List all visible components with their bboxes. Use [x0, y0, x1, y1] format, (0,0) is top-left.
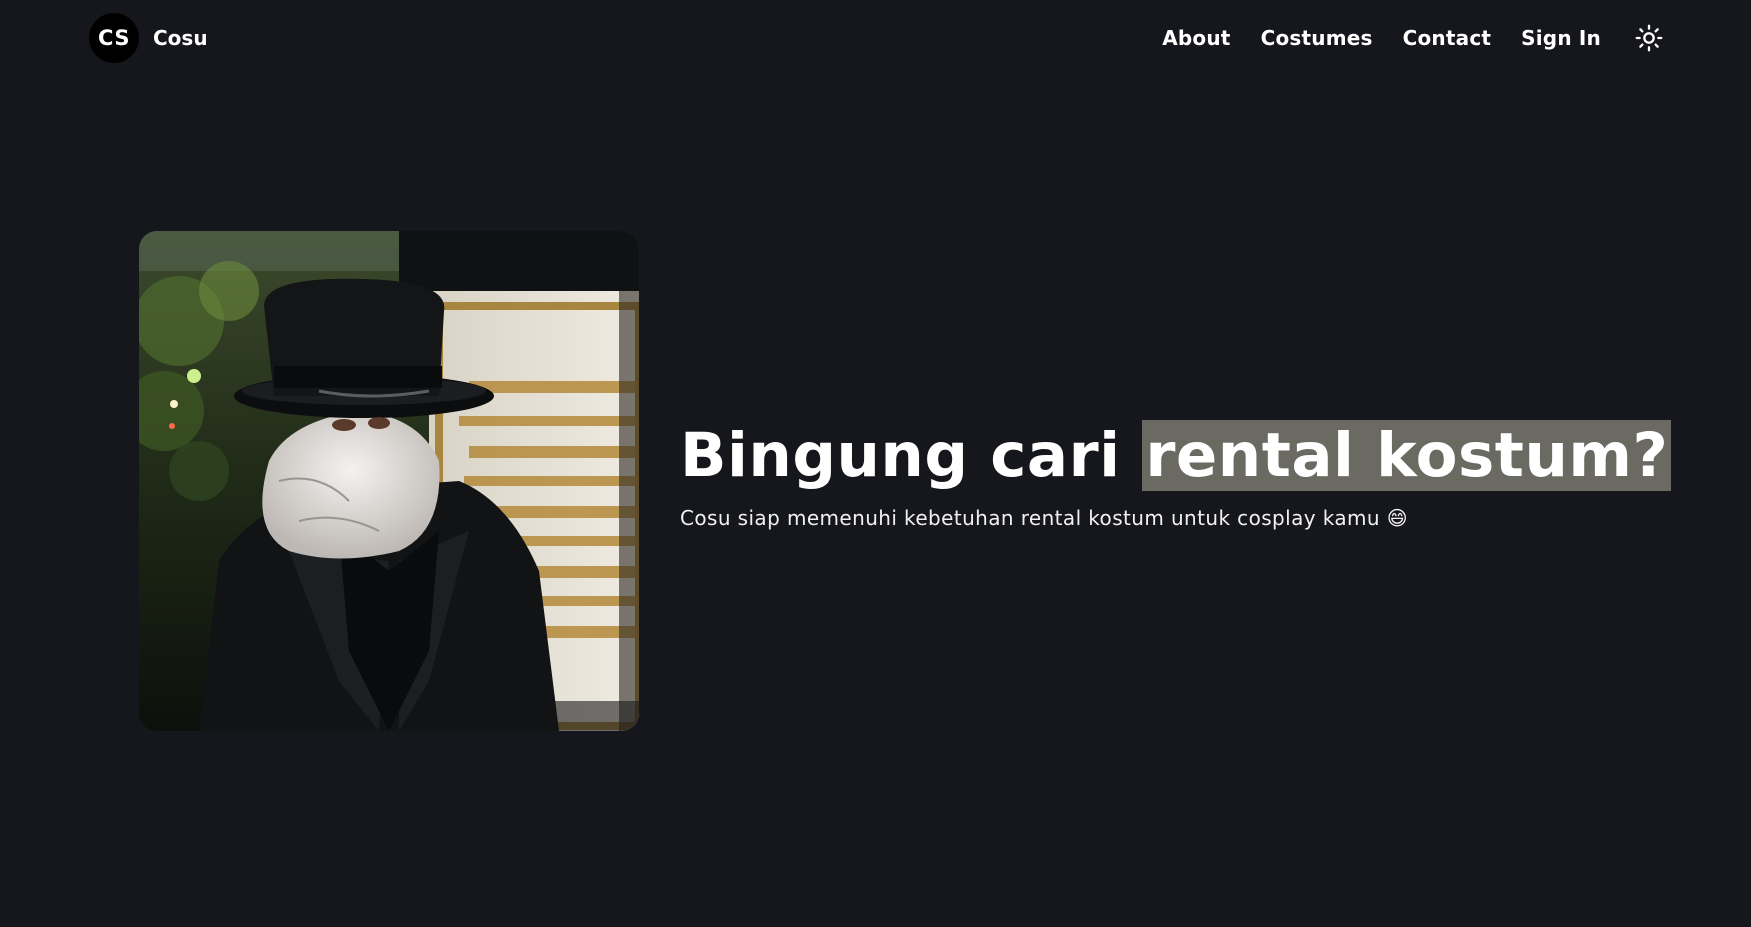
logo: CS: [89, 13, 139, 63]
nav-costumes-link[interactable]: Costumes: [1261, 26, 1373, 50]
hero-subtitle: Cosu siap memenuhi kebetuhan rental kost…: [680, 506, 1408, 530]
logo-text: CS: [98, 26, 130, 50]
navbar: CS Cosu About Costumes Contact Sign In: [0, 0, 1751, 76]
hero-title-highlight: rental kostum?: [1142, 420, 1672, 491]
theme-toggle-button[interactable]: [1633, 22, 1665, 54]
brand-link[interactable]: CS Cosu: [89, 13, 208, 63]
sun-icon: [1635, 24, 1663, 52]
nav-about-link[interactable]: About: [1162, 26, 1230, 50]
nav-sign-in-link[interactable]: Sign In: [1521, 26, 1601, 50]
hero-text: Bingung cari rental kostum? Cosu siap me…: [680, 420, 1672, 530]
hero-image: [139, 231, 639, 731]
hero-title-plain: Bingung cari: [680, 420, 1143, 491]
brand-name: Cosu: [153, 26, 208, 50]
hero-title: Bingung cari rental kostum?: [680, 420, 1672, 492]
nav-contact-link[interactable]: Contact: [1403, 26, 1492, 50]
nav-links: About Costumes Contact Sign In: [1162, 22, 1665, 54]
